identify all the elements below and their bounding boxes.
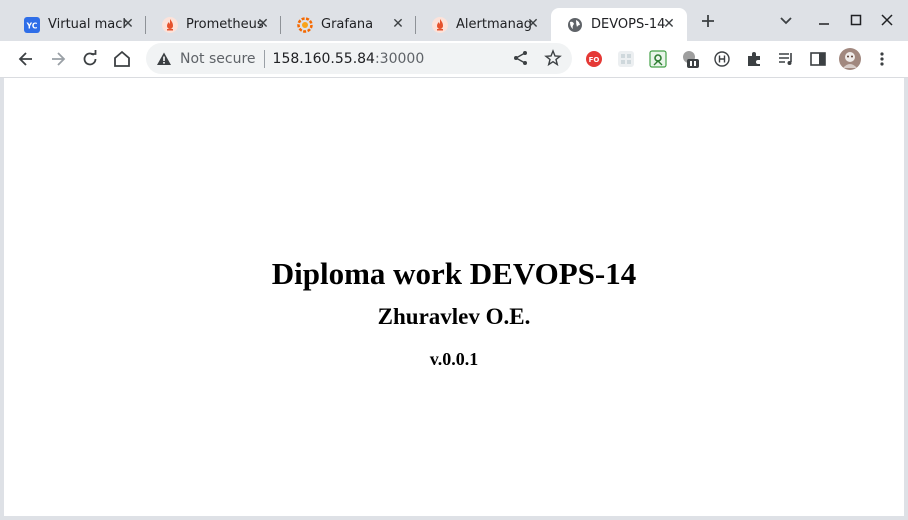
back-button[interactable] [14, 47, 38, 71]
tab-alertmanager[interactable]: Alertmanag ✕ [416, 8, 551, 41]
tab-devops-14[interactable]: DEVOPS-14 ✕ [551, 8, 687, 41]
divider [263, 49, 265, 68]
kebab-menu-icon[interactable] [872, 49, 892, 69]
new-tab-button[interactable] [697, 10, 719, 32]
tab-title: DEVOPS-14 [591, 17, 666, 32]
grafana-icon [297, 16, 313, 33]
avatar[interactable] [839, 48, 861, 70]
tab-title: Alertmanag [456, 17, 533, 32]
forward-button[interactable] [46, 47, 70, 71]
close-window-button[interactable] [876, 9, 898, 31]
author-name: Zhuravlev O.E. [377, 304, 531, 329]
page-viewport: Diploma work DEVOPS-14 Zhuravlev O.E. v.… [4, 78, 904, 516]
tab-prometheus[interactable]: Prometheus ✕ [146, 8, 281, 41]
close-icon [881, 14, 893, 26]
extension-fo-icon[interactable]: FO [584, 49, 604, 69]
tab-title: Grafana [321, 17, 374, 32]
side-panel-icon[interactable] [808, 49, 828, 69]
minimize-button[interactable] [813, 9, 835, 31]
tab-virtual-machines[interactable]: YC Virtual mach ✕ [8, 8, 146, 41]
prometheus-icon [162, 16, 178, 33]
close-icon[interactable]: ✕ [661, 16, 677, 32]
yandex-cloud-icon: YC [24, 16, 40, 33]
reload-button[interactable] [78, 47, 102, 71]
maximize-button[interactable] [845, 9, 867, 31]
tab-title: Prometheus [186, 17, 264, 32]
arrow-right-icon [52, 52, 66, 66]
version-label: v.0.0.1 [429, 349, 479, 369]
reload-icon [83, 50, 97, 66]
close-icon[interactable]: ✕ [390, 16, 406, 32]
close-icon[interactable]: ✕ [255, 16, 271, 32]
home-icon [114, 50, 130, 67]
close-icon[interactable]: ✕ [120, 16, 136, 32]
close-icon[interactable]: ✕ [525, 16, 541, 32]
media-control-icon[interactable] [776, 49, 796, 69]
share-icon[interactable] [510, 47, 532, 69]
star-icon[interactable] [542, 47, 564, 69]
chevron-down-icon [780, 17, 792, 25]
globe-icon [567, 17, 583, 33]
maximize-icon [850, 14, 862, 26]
browser-toolbar: Not secure 158.160.55.84:30000 FO [0, 41, 908, 78]
tab-grafana[interactable]: Grafana ✕ [281, 8, 416, 41]
warning-icon[interactable] [156, 51, 172, 67]
svg-text:YC: YC [26, 21, 38, 30]
alertmanager-icon [432, 16, 448, 33]
url-text[interactable]: 158.160.55.84:30000 [273, 51, 425, 67]
home-button[interactable] [110, 47, 134, 71]
address-bar[interactable]: Not secure 158.160.55.84:30000 [146, 43, 572, 74]
minimize-icon [819, 23, 829, 25]
extension-circle-h-icon[interactable] [712, 49, 732, 69]
puzzle-icon[interactable] [744, 49, 764, 69]
svg-text:FO: FO [589, 56, 600, 64]
extension-grid-icon[interactable] [616, 49, 636, 69]
arrow-left-icon [18, 52, 32, 66]
extension-paused-icon[interactable] [681, 49, 701, 69]
tab-search-button[interactable] [775, 9, 797, 31]
security-status[interactable]: Not secure [180, 51, 256, 67]
page-title: Diploma work DEVOPS-14 [271, 256, 637, 291]
tab-strip: YC Virtual mach ✕ Prometheus ✕ Grafana ✕… [0, 0, 908, 41]
extension-map-pin-icon[interactable] [648, 49, 668, 69]
tab-title: Virtual mach [48, 17, 126, 32]
